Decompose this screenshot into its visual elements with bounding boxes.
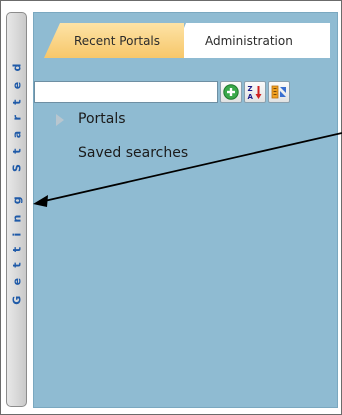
getting-started-label: Getting Started [10,53,23,305]
tree-item-label: Portals [78,111,126,127]
svg-text:A: A [248,93,254,100]
add-button[interactable] [220,81,242,103]
svg-text:Z: Z [248,85,253,93]
tree-item-portals[interactable]: Portals [54,109,324,143]
expand-collapse-icon [271,85,286,99]
search-toolbar: Z A [34,81,338,104]
getting-started-strip[interactable]: Getting Started [6,12,27,407]
expand-collapse-button[interactable] [268,81,290,103]
tree-item-label: Saved searches [78,145,189,161]
portals-panel: Administration Recent Portals Z A Portal… [33,12,338,408]
tab-administration[interactable]: Administration [172,23,330,58]
tab-recent-portals-label: Recent Portals [74,34,161,48]
expand-arrow-icon[interactable] [56,114,64,126]
tab-administration-label: Administration [205,34,293,48]
search-input[interactable] [34,81,218,103]
add-icon [223,84,239,100]
sort-az-icon: Z A [248,85,262,100]
sort-button[interactable]: Z A [244,81,266,103]
portals-tree: Portals Saved searches [54,109,324,177]
tab-bar: Administration Recent Portals [44,23,332,58]
window-frame: Getting Started Administration Recent Po… [0,0,342,415]
tab-recent-portals[interactable]: Recent Portals [44,23,184,58]
tree-item-saved-searches[interactable]: Saved searches [54,143,324,177]
